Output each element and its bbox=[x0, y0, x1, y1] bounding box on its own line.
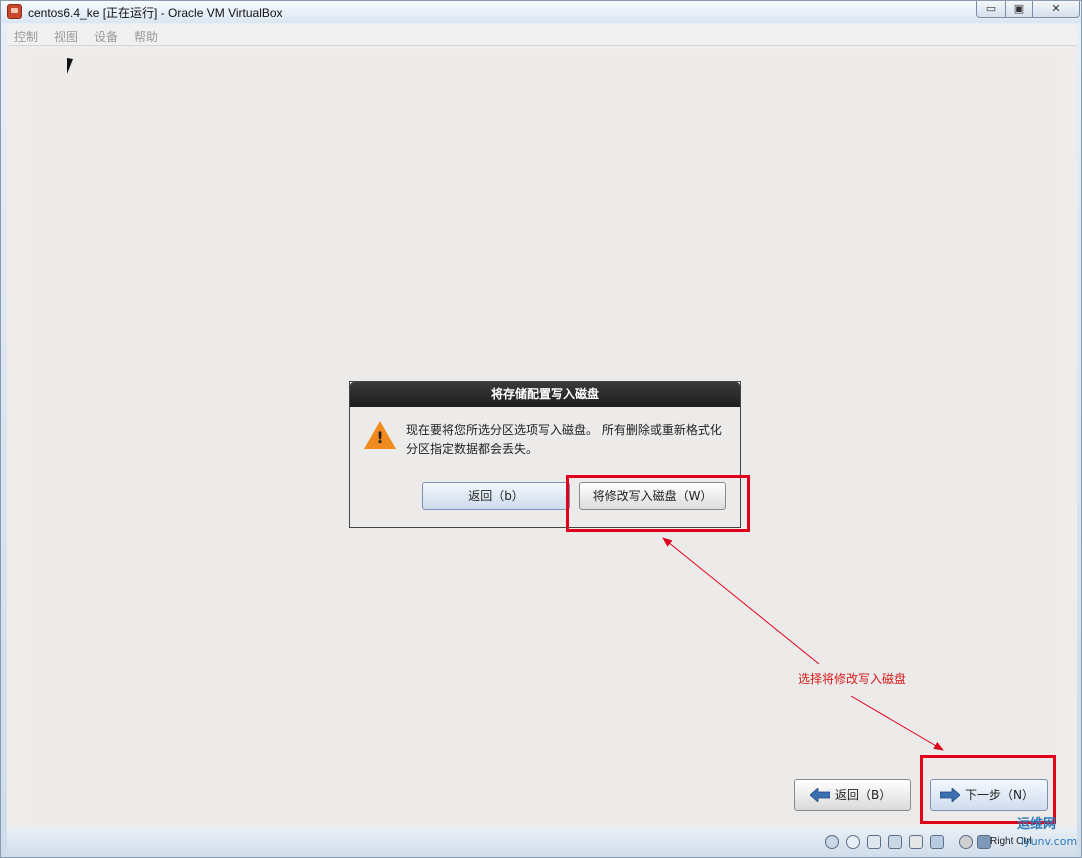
display-icon[interactable] bbox=[930, 835, 944, 849]
cd-icon[interactable] bbox=[846, 835, 860, 849]
status-bar: Right Ctrl bbox=[7, 827, 1077, 855]
hard-disk-icon[interactable] bbox=[825, 835, 839, 849]
next-button[interactable]: 下一步（N） bbox=[930, 779, 1048, 811]
annotation-arrow-to-next bbox=[850, 695, 944, 751]
arrow-left-icon bbox=[810, 788, 830, 802]
watermark-logo: 运维网 bbox=[1017, 817, 1057, 832]
back-button-label: 返回（B） bbox=[835, 788, 892, 802]
arrow-right-icon bbox=[940, 788, 960, 802]
annotation-text: 选择将修改写入磁盘 bbox=[798, 672, 907, 686]
mouse-icon[interactable] bbox=[959, 835, 973, 849]
back-button[interactable]: 返回（B） bbox=[794, 779, 911, 811]
host-key-icon bbox=[977, 835, 991, 849]
annotation-arrow-to-write bbox=[662, 537, 820, 665]
watermark-url: iyunv.com bbox=[1021, 835, 1078, 848]
virtualbox-window: centos6.4_ke [正在运行] - Oracle VM VirtualB… bbox=[0, 0, 1082, 858]
network-icon[interactable] bbox=[888, 835, 902, 849]
pen-icon[interactable] bbox=[867, 835, 881, 849]
annotation-arrows bbox=[662, 537, 944, 751]
next-button-label: 下一步（N） bbox=[965, 788, 1034, 802]
folder-icon[interactable] bbox=[909, 835, 923, 849]
